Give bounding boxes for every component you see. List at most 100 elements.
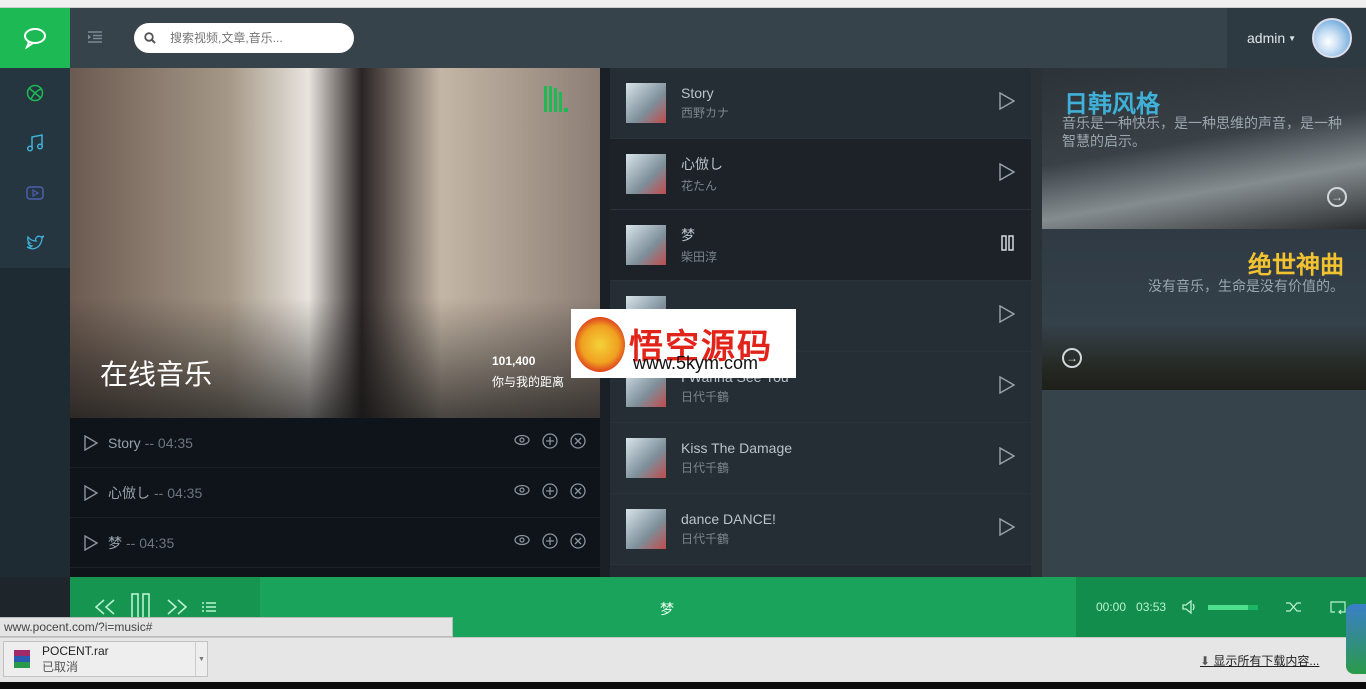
song-row[interactable]: dance DANCE! 日代千鶴 — [610, 494, 1031, 565]
play-icon[interactable] — [999, 446, 1016, 470]
rewind-icon[interactable] — [94, 599, 116, 615]
pause-icon[interactable] — [1001, 234, 1015, 256]
taskbar — [0, 682, 1366, 689]
remove-circle-icon[interactable] — [570, 483, 586, 502]
play-icon[interactable] — [999, 304, 1016, 328]
avatar[interactable] — [1312, 18, 1353, 58]
banner-classic-songs[interactable]: 绝世神曲 没有音乐，生命是没有价值的。 → — [1042, 229, 1366, 390]
song-artist: 西野カナ — [681, 106, 730, 120]
track-title: 梦 — [108, 534, 122, 551]
banner-text: 音乐是一种快乐，是一种思维的声音，是一种智慧的启示。 — [1062, 115, 1342, 149]
play-icon[interactable] — [84, 484, 98, 501]
song-title: Kiss The Damage — [681, 440, 793, 456]
hero-title: 在线音乐 — [100, 358, 213, 391]
music-icon — [26, 134, 44, 152]
track-title: 心倣し — [108, 484, 150, 501]
play-icon[interactable] — [999, 162, 1016, 186]
play-icon[interactable] — [999, 517, 1016, 541]
dropdown-arrow-icon[interactable]: ▼ — [195, 642, 207, 676]
song-artist: 花たん — [681, 179, 718, 193]
arrow-right-icon[interactable]: → — [1062, 348, 1082, 368]
album-cover — [626, 225, 666, 265]
download-item[interactable]: POCENT.rar 已取消 ▼ — [3, 641, 208, 677]
sidebar-item-music[interactable] — [0, 118, 70, 168]
eye-icon[interactable] — [514, 433, 530, 452]
album-cover — [626, 83, 666, 123]
watermark-logo: 悟空源码 www.5kym.com — [571, 309, 796, 378]
show-all-downloads-link[interactable]: ⬇ 显示所有下载内容... — [1200, 652, 1319, 669]
track-duration: -- 04:35 — [126, 534, 175, 551]
song-title: 心倣し — [681, 156, 723, 172]
download-state: 已取消 — [42, 659, 79, 674]
fast-forward-icon[interactable] — [166, 599, 188, 615]
song-row[interactable]: Kiss The Damage 日代千鶴 — [610, 423, 1031, 494]
banner-text: 没有音乐，生命是没有价值的。 — [1148, 278, 1344, 294]
volume-icon[interactable] — [1182, 600, 1198, 614]
album-cover — [626, 509, 666, 549]
search-input[interactable] — [170, 31, 340, 45]
playlist-row[interactable]: Story -- 04:35 — [70, 418, 600, 468]
song-artist: 日代千鶴 — [681, 390, 730, 404]
video-icon — [26, 186, 44, 200]
download-filename: POCENT.rar — [42, 643, 109, 658]
twitter-icon — [26, 235, 44, 250]
song-artist: 日代千鶴 — [681, 461, 730, 475]
playlist: Story -- 04:35 心倣し -- 04:35 梦 -- 04:35 — [70, 418, 600, 577]
hero-banner: 在线音乐 101,400 你与我的距离 — [70, 68, 600, 418]
system-monitor-widget — [1346, 604, 1366, 674]
song-row[interactable]: 梦柴田淳 — [610, 210, 1031, 281]
eye-icon[interactable] — [514, 533, 530, 552]
add-circle-icon[interactable] — [542, 533, 558, 552]
current-time: 00:00 — [1096, 600, 1127, 614]
player-right-controls: 00:00 03:53 — [1076, 577, 1366, 637]
logo-chat-button[interactable] — [0, 8, 70, 68]
play-icon[interactable] — [999, 375, 1016, 399]
track-duration: -- 04:35 — [144, 434, 193, 451]
song-row[interactable]: 心倣し 花たん — [610, 139, 1031, 210]
add-circle-icon[interactable] — [542, 433, 558, 452]
song-title: 梦 — [681, 227, 695, 243]
sidebar — [0, 68, 70, 577]
song-title: dance DANCE! — [681, 511, 776, 527]
banner-jpop-kpop[interactable]: 日韩风格 音乐是一种快乐，是一种思维的声音，是一种智慧的启示。 → — [1042, 68, 1366, 229]
user-menu[interactable]: admin ▼ — [1227, 8, 1366, 68]
download-arrow-icon: ⬇ — [1200, 654, 1214, 668]
browser-top-strip — [0, 0, 1366, 8]
menu-toggle-button[interactable] — [88, 30, 102, 48]
track-duration: -- 04:35 — [154, 484, 203, 501]
arrow-right-icon[interactable]: → — [1327, 187, 1347, 207]
sidebar-item-sports[interactable] — [0, 68, 70, 118]
song-title: Story — [681, 85, 714, 101]
download-bar: POCENT.rar 已取消 ▼ ⬇ 显示所有下载内容... — [0, 637, 1366, 682]
sidebar-item-twitter[interactable] — [0, 218, 70, 268]
add-circle-icon[interactable] — [542, 483, 558, 502]
remove-circle-icon[interactable] — [570, 433, 586, 452]
play-icon[interactable] — [84, 434, 98, 451]
now-playing-title: 梦 — [660, 601, 674, 617]
song-row[interactable]: Story 西野カナ — [610, 68, 1031, 139]
play-icon[interactable] — [84, 534, 98, 551]
header — [70, 8, 1227, 68]
remove-circle-icon[interactable] — [570, 533, 586, 552]
play-icon[interactable] — [999, 91, 1016, 115]
caret-down-icon: ▼ — [1288, 33, 1297, 43]
eye-icon[interactable] — [514, 483, 530, 502]
username: admin — [1247, 30, 1286, 46]
search-icon — [144, 32, 156, 44]
featured-panel: 日韩风格 音乐是一种快乐，是一种思维的声音，是一种智慧的启示。 → 绝世神曲 没… — [1042, 68, 1366, 577]
volume-slider[interactable] — [1208, 604, 1259, 610]
total-time: 03:53 — [1136, 600, 1167, 614]
playlist-row[interactable]: 梦 -- 04:35 — [70, 518, 600, 568]
basketball-icon — [26, 84, 44, 102]
playlist-row[interactable]: 心倣し -- 04:35 — [70, 468, 600, 518]
song-artist: 柴田淳 — [681, 250, 718, 264]
shuffle-icon[interactable] — [1286, 601, 1302, 613]
repeat-icon[interactable] — [1330, 600, 1346, 614]
playlist-icon[interactable] — [202, 601, 216, 613]
search-box — [134, 23, 354, 53]
banner-title: 绝世神曲 — [1248, 250, 1344, 279]
album-cover — [626, 154, 666, 194]
hero-count: 101,400 — [492, 354, 536, 368]
sidebar-item-video[interactable] — [0, 168, 70, 218]
equalizer-icon — [544, 86, 568, 112]
